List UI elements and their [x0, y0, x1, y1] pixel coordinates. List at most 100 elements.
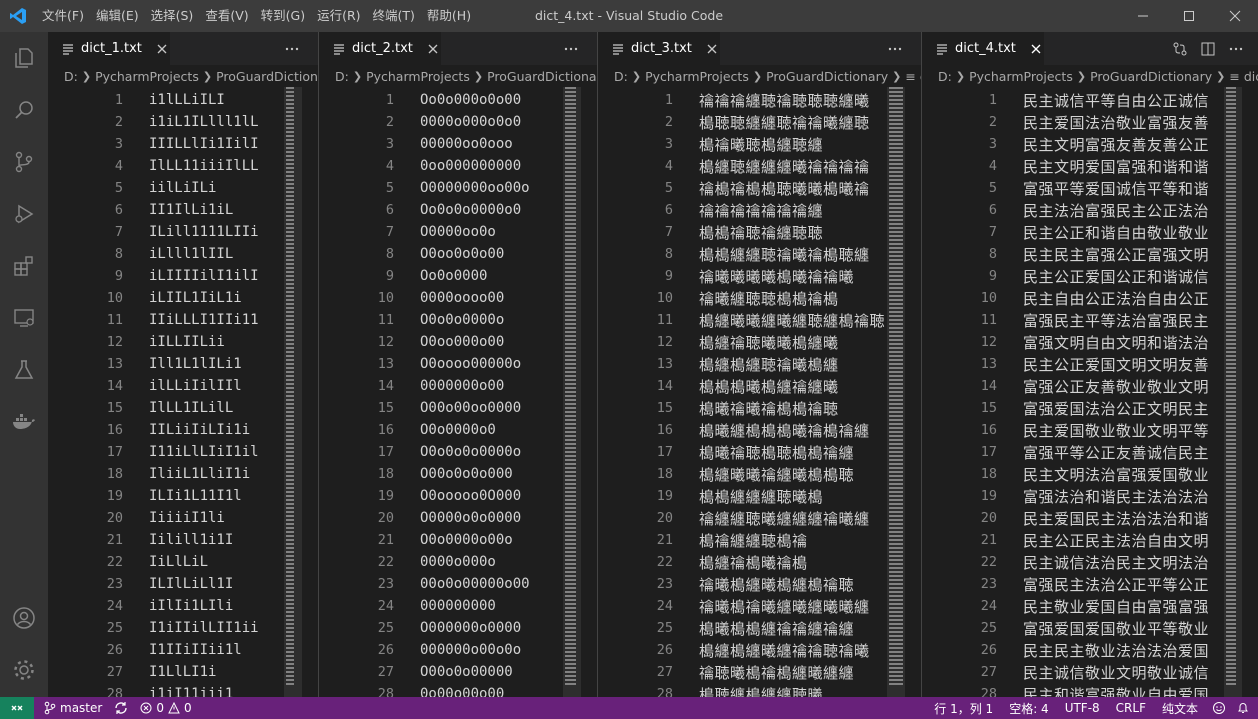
code-line: 11 O0o0o0000o: [319, 309, 505, 331]
breadcrumb-folder[interactable]: ProGuardDictionary: [216, 69, 318, 84]
minimap-line: [286, 139, 294, 141]
more-actions-button[interactable]: [881, 32, 909, 65]
breadcrumb-drive[interactable]: D:: [335, 69, 349, 84]
sync-button[interactable]: [108, 697, 134, 719]
minimap[interactable]: [887, 87, 905, 697]
source-control-button[interactable]: [0, 136, 48, 188]
minimap-line: [1226, 423, 1236, 425]
breadcrumb-folder[interactable]: PycharmProjects: [366, 69, 470, 84]
minimap-line: [1226, 531, 1236, 533]
problems-button[interactable]: 0 0: [134, 697, 197, 719]
encoding-button[interactable]: UTF-8: [1057, 697, 1108, 719]
minimap-line: [286, 155, 294, 157]
minimap-line: [286, 163, 294, 165]
accounts-button[interactable]: [0, 592, 48, 644]
minimap-line: [565, 411, 576, 413]
docker-button[interactable]: [0, 396, 48, 448]
more-actions-button[interactable]: [1222, 32, 1250, 65]
text-editor[interactable]: 1 i1lLLiILI 2 i1iL1ILlll1lL 3 IIILLlIi1IilI 4 I…: [48, 87, 318, 697]
minimap-line: [286, 443, 294, 445]
minimap-line: [286, 167, 294, 169]
text-editor[interactable]: 1 民主诚信平等自由公正诚信 2 民主爱国法治敬业富强友善 3 民主文明富强友善友善公正 4…: [922, 87, 1258, 697]
extensions-button[interactable]: [0, 240, 48, 292]
run-debug-button[interactable]: [0, 188, 48, 240]
line-number: 1: [114, 92, 123, 108]
minimap-line: [1226, 435, 1236, 437]
minimap-line: [286, 227, 294, 229]
indentation-button[interactable]: 空格: 4: [1001, 697, 1057, 719]
tab-close-button[interactable]: [704, 41, 720, 57]
minimap-line: [1226, 495, 1236, 497]
line-text: 民主公正和谐自由敬业敬业: [1023, 223, 1210, 242]
menu-item[interactable]: 转到(G): [255, 0, 311, 32]
notifications-button[interactable]: [1232, 697, 1258, 719]
breadcrumb-drive[interactable]: D:: [64, 69, 78, 84]
line-text: O00o0o00000: [420, 664, 513, 680]
code-line: 21 槝禴纏纏聴槝禴: [598, 529, 808, 551]
menu-item[interactable]: 编辑(E): [90, 0, 145, 32]
breadcrumb-drive[interactable]: D:: [614, 69, 628, 84]
minimap-line: [889, 375, 903, 377]
minimap-line: [889, 491, 903, 493]
breadcrumb-file[interactable]: dict_4.txt: [1244, 69, 1258, 84]
editor-tab[interactable]: dict_3.txt: [598, 32, 720, 65]
breadcrumb-folder[interactable]: ProGuardDictionary: [766, 69, 888, 84]
remote-explorer-button[interactable]: [0, 292, 48, 344]
line-number: 10: [377, 290, 394, 306]
breadcrumb-folder[interactable]: ProGuardDictionary: [1090, 69, 1212, 84]
minimap-line: [565, 239, 576, 241]
minimap-line: [1226, 455, 1236, 457]
tab-close-button[interactable]: [154, 41, 170, 57]
testing-button[interactable]: [0, 344, 48, 396]
cursor-position-button[interactable]: 行 1，列 1: [926, 697, 1001, 719]
text-editor[interactable]: 1 Oo0o000o0o00 2 0000o000o0o0 3 00000oo0ooo 4 0…: [319, 87, 597, 697]
breadcrumb-folder[interactable]: ProGuardDictionary: [487, 69, 597, 84]
breadcrumb-folder[interactable]: PycharmProjects: [645, 69, 749, 84]
feedback-button[interactable]: [1206, 697, 1232, 719]
menu-item[interactable]: 运行(R): [311, 0, 366, 32]
editor-tab[interactable]: dict_2.txt: [319, 32, 441, 65]
more-actions-button[interactable]: [278, 32, 306, 65]
minimap-line: [286, 415, 294, 417]
language-mode-button[interactable]: 纯文本: [1154, 697, 1206, 719]
minimap[interactable]: [284, 87, 302, 697]
menu-item[interactable]: 查看(V): [199, 0, 254, 32]
minimap-line: [565, 263, 576, 265]
menu-item[interactable]: 文件(F): [36, 0, 90, 32]
minimap-line: [889, 379, 903, 381]
open-changes-button[interactable]: [1166, 32, 1194, 65]
minimap-line: [889, 275, 903, 277]
maximize-button[interactable]: [1166, 0, 1212, 32]
breadcrumb-folder[interactable]: PycharmProjects: [969, 69, 1073, 84]
search-button[interactable]: [0, 84, 48, 136]
minimap-line: [286, 127, 294, 129]
more-actions-button[interactable]: [557, 32, 585, 65]
text-editor[interactable]: 1 禴禴禴纏聴禴聴聴聴纏曦 2 槝聴聴纏纏聴禴禴曦纏聴 3 槝禴曦聴槝纏聴纏 4 槝纏聴纏纏纏…: [598, 87, 921, 697]
code-line: 10 iLIIL1IiL1i: [48, 287, 242, 309]
breadcrumb-drive[interactable]: D:: [938, 69, 952, 84]
split-editor-button[interactable]: [1194, 32, 1222, 65]
manage-button[interactable]: [0, 644, 48, 696]
tab-close-button[interactable]: [425, 41, 441, 57]
editor-tab[interactable]: dict_4.txt: [922, 32, 1044, 65]
minimap[interactable]: [1224, 87, 1242, 697]
menu-item[interactable]: 帮助(H): [421, 0, 477, 32]
editor-tab[interactable]: dict_1.txt: [48, 32, 170, 65]
remote-indicator-button[interactable]: [0, 697, 34, 719]
explorer-button[interactable]: [0, 32, 48, 84]
line-number: 1: [988, 92, 997, 108]
close-window-button[interactable]: [1212, 0, 1258, 32]
code-line: 6 禴禴禴禴禴禴禴纏: [598, 199, 823, 221]
minimap-line: [889, 115, 903, 117]
tab-close-button[interactable]: [1028, 41, 1044, 57]
branch-button[interactable]: master: [38, 697, 108, 719]
line-text: O0000o0o0000: [420, 510, 522, 526]
eol-button[interactable]: CRLF: [1108, 697, 1154, 719]
minimap-line: [565, 123, 576, 125]
menu-item[interactable]: 选择(S): [145, 0, 200, 32]
breadcrumb-folder[interactable]: PycharmProjects: [95, 69, 199, 84]
minimap-line: [286, 295, 294, 297]
minimap[interactable]: [563, 87, 581, 697]
menu-item[interactable]: 终端(T): [367, 0, 421, 32]
minimize-button[interactable]: [1120, 0, 1166, 32]
